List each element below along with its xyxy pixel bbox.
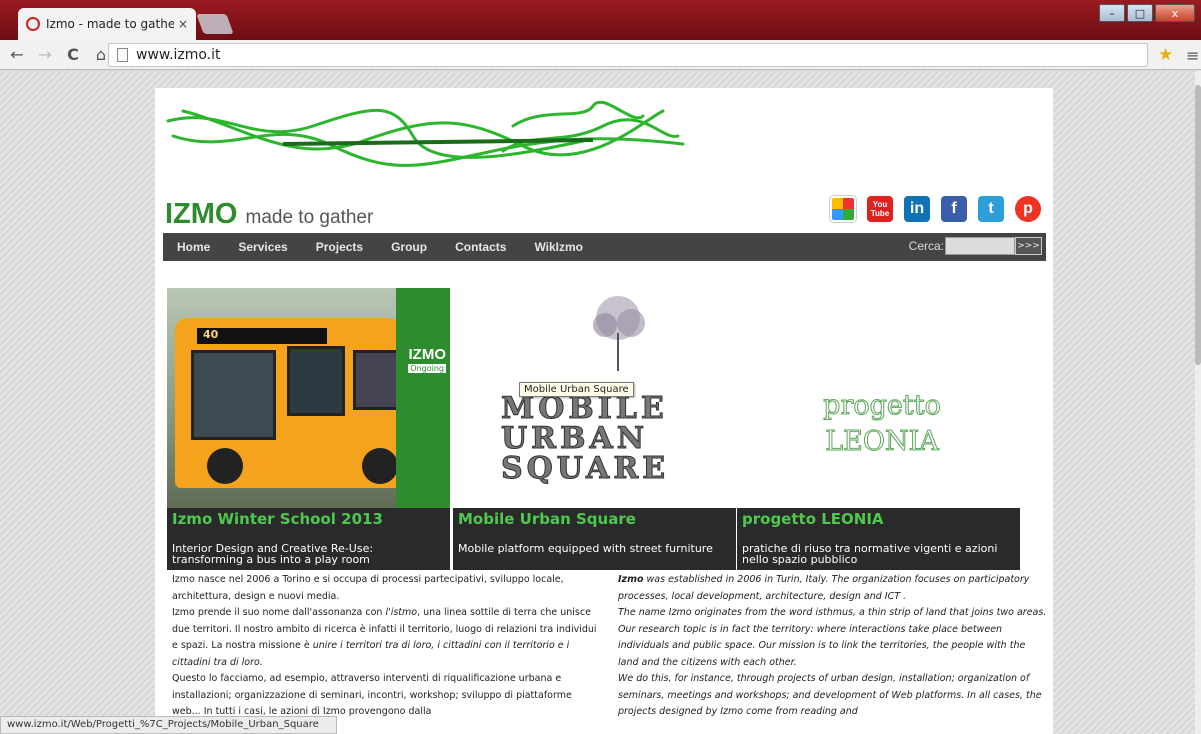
minimize-button[interactable]: –	[1099, 4, 1125, 22]
tab-title: Izmo - made to gather - Iz	[46, 17, 174, 31]
bookmark-star-icon[interactable]: ★	[1158, 45, 1173, 65]
search-input[interactable]	[945, 237, 1015, 255]
nav-wikizmo[interactable]: WikIzmo	[534, 240, 583, 254]
bus-image: 40 IZMO Ongoing	[167, 288, 450, 508]
paragraph: Questo lo facciamo, ad esempio, attraver…	[172, 673, 572, 717]
izmo-logo-scribble	[166, 100, 685, 167]
twitter-icon[interactable]: t	[978, 196, 1004, 222]
intro-text-english: Izmo was established in 2006 in Turin, I…	[618, 572, 1048, 721]
main-nav: Home Services Projects Group Contacts Wi…	[163, 233, 1046, 261]
search-button[interactable]: >>>	[1015, 237, 1042, 255]
card-title[interactable]: Izmo Winter School 2013	[172, 510, 383, 528]
mus-word-3: SQUARE	[500, 451, 670, 487]
search-label: Cerca:	[908, 239, 944, 253]
nav-group[interactable]: Group	[391, 240, 427, 254]
window-titlebar: Izmo - made to gather - Iz × – □ x	[0, 0, 1201, 40]
menu-icon[interactable]: ≡	[1186, 46, 1199, 65]
browser-tab[interactable]: Izmo - made to gather - Iz ×	[18, 8, 196, 40]
card-caption: Izmo Winter School 2013 Interior Design …	[167, 508, 450, 570]
paragraph: Izmo nasce nel 2006 a Torino e si occupa…	[172, 574, 564, 602]
forward-arrow-icon[interactable]: →	[34, 45, 56, 64]
leonia-image: progetto LEONIA	[737, 288, 1020, 508]
card-caption: progetto LEONIA pratiche di riuso tra no…	[737, 508, 1020, 570]
card-progetto-leonia[interactable]: progetto LEONIA progetto LEONIA pratiche…	[737, 288, 1020, 570]
nav-contacts[interactable]: Contacts	[455, 240, 506, 254]
mobile-urban-square-image: Mobile Urban Square MOBILE URBAN SQUARE	[453, 288, 736, 508]
youtube-icon[interactable]: You Tube	[867, 196, 893, 222]
card-mobile-urban-square[interactable]: Mobile Urban Square MOBILE URBAN SQUARE …	[453, 288, 736, 570]
close-window-button[interactable]: x	[1155, 4, 1195, 22]
nav-projects[interactable]: Projects	[316, 240, 363, 254]
maximize-button[interactable]: □	[1127, 4, 1153, 22]
picasa-icon[interactable]	[829, 195, 857, 223]
paragraph: Izmo was established in 2006 in Turin, I…	[618, 574, 1030, 602]
paragraph: The name Izmo originates from the word i…	[618, 607, 1047, 668]
reload-icon[interactable]: C	[62, 45, 84, 64]
paragraph: Izmo prende il suo nome dall'assonanza c…	[172, 607, 597, 668]
tab-close-icon[interactable]: ×	[178, 17, 188, 31]
browser-toolbar: ← → C ⌂ www.izmo.it ★ ≡	[0, 40, 1201, 70]
nav-services[interactable]: Services	[238, 240, 287, 254]
status-bar: www.izmo.it/Web/Progetti_%7C_Projects/Mo…	[0, 716, 337, 734]
paragraph: We do this, for instance, through projec…	[618, 673, 1042, 717]
page-viewport: IZMO made to gather You Tube in f t p Hom…	[0, 71, 1201, 734]
card-title[interactable]: Mobile Urban Square	[458, 510, 636, 528]
page-icon	[117, 48, 128, 62]
tree-illustration	[593, 296, 645, 371]
card-title[interactable]: progetto LEONIA	[742, 510, 884, 528]
pinterest-icon[interactable]: p	[1015, 196, 1041, 222]
card-caption: Mobile Urban Square Mobile platform equi…	[453, 508, 736, 570]
nav-home[interactable]: Home	[177, 240, 210, 254]
izmo-favicon-icon	[26, 17, 40, 31]
card-description: pratiche di riuso tra normative vigenti …	[742, 542, 998, 566]
linkedin-icon[interactable]: in	[904, 196, 930, 222]
url-text: www.izmo.it	[136, 47, 221, 63]
card-description: Interior Design and Creative Re-Use: tra…	[172, 542, 374, 566]
facebook-icon[interactable]: f	[941, 196, 967, 222]
tooltip: Mobile Urban Square	[519, 382, 634, 397]
ongoing-label: Ongoing	[408, 364, 446, 373]
window-controls: – □ x	[1097, 4, 1195, 22]
izmo-badge: IZMO	[408, 346, 447, 363]
leonia-logo: progetto LEONIA	[823, 390, 942, 458]
address-bar[interactable]: www.izmo.it	[108, 43, 1148, 67]
site-page: IZMO made to gather You Tube in f t p Hom…	[155, 88, 1053, 734]
card-winter-school[interactable]: 40 IZMO Ongoing Izmo Winter School 2013 …	[167, 288, 450, 570]
card-description: Mobile platform equipped with street fur…	[458, 542, 713, 555]
new-tab-button[interactable]	[196, 14, 234, 34]
social-links: You Tube in f t p	[819, 195, 1041, 223]
brand-tagline: made to gather	[245, 207, 374, 228]
bus-sign: 40	[197, 328, 327, 344]
brand-name: IZMO	[165, 198, 238, 230]
brand[interactable]: IZMO made to gather	[165, 198, 373, 231]
scrollbar-thumb[interactable]	[1195, 85, 1201, 365]
back-arrow-icon[interactable]: ←	[6, 45, 28, 64]
intro-text-italian: Izmo nasce nel 2006 a Torino e si occupa…	[172, 572, 602, 721]
